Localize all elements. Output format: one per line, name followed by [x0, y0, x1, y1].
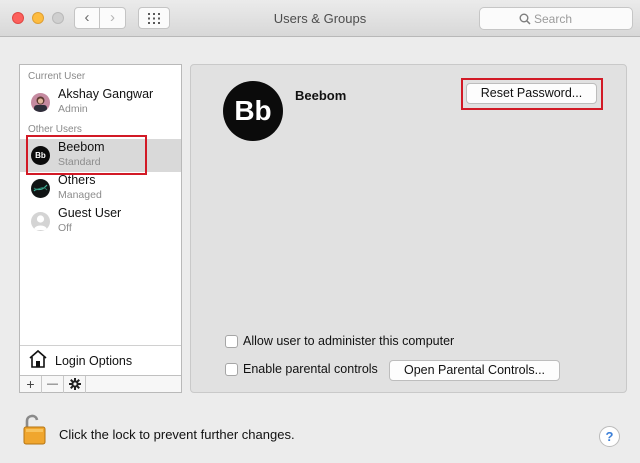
user-detail-panel: Bb Beebom Reset Password... Allow user t… — [190, 64, 627, 393]
user-item-akshay[interactable]: Akshay Gangwar Admin — [20, 86, 181, 119]
chevron-left-icon: ‹ — [84, 9, 90, 26]
current-user-header: Current User — [28, 71, 86, 82]
gear-icon — [68, 378, 81, 390]
user-role: Off — [58, 222, 72, 234]
user-avatar[interactable]: Bb — [223, 81, 283, 141]
open-parental-controls-button[interactable]: Open Parental Controls... — [389, 360, 560, 381]
lock-icon[interactable] — [23, 413, 47, 448]
highlight-box — [26, 135, 147, 175]
title-bar: ‹ › Users & Groups — [0, 0, 640, 37]
user-name: Akshay Gangwar — [58, 87, 154, 101]
user-role: Admin — [58, 103, 88, 115]
user-item-guest[interactable]: Guest User Off — [20, 205, 181, 238]
window-title: Users & Groups — [273, 11, 367, 26]
user-name: Guest User — [58, 206, 122, 220]
guest-avatar-icon — [31, 212, 50, 231]
minimize-window-button[interactable] — [32, 12, 44, 24]
search-icon — [519, 13, 531, 25]
highlight-box — [461, 78, 603, 110]
user-item-others[interactable]: Others Managed — [20, 172, 181, 205]
user-role: Managed — [58, 189, 102, 201]
other-users-header: Other Users — [28, 124, 82, 135]
back-button[interactable]: ‹ — [74, 7, 100, 29]
help-button[interactable]: ? — [599, 426, 620, 447]
show-all-button[interactable] — [138, 7, 170, 29]
users-sidebar: Current User Akshay Gangwar Admin Other … — [19, 64, 182, 393]
avatar — [31, 93, 50, 112]
sidebar-toolbar: + — — [20, 375, 181, 393]
search-input[interactable] — [534, 11, 626, 27]
lock-message: Click the lock to prevent further change… — [59, 427, 295, 442]
search-field[interactable] — [479, 7, 633, 30]
avatar — [31, 179, 50, 198]
zoom-window-button[interactable] — [52, 12, 64, 24]
login-options-label: Login Options — [55, 354, 133, 368]
grid-icon — [148, 13, 160, 24]
close-window-button[interactable] — [12, 12, 24, 24]
house-icon — [29, 349, 47, 368]
parental-checkbox-label: Enable parental controls — [243, 362, 378, 376]
admin-checkbox[interactable] — [225, 335, 238, 348]
forward-button[interactable]: › — [100, 7, 126, 29]
add-user-button[interactable]: + — [20, 376, 42, 393]
user-name: Others — [58, 173, 96, 187]
login-options-item[interactable]: Login Options — [20, 345, 181, 375]
user-name-heading: Beebom — [295, 88, 347, 103]
chevron-right-icon: › — [110, 9, 115, 26]
settings-button[interactable] — [64, 376, 86, 393]
parental-controls-checkbox[interactable] — [225, 363, 238, 376]
admin-checkbox-label: Allow user to administer this computer — [243, 334, 455, 348]
remove-user-button[interactable]: — — [42, 376, 64, 393]
